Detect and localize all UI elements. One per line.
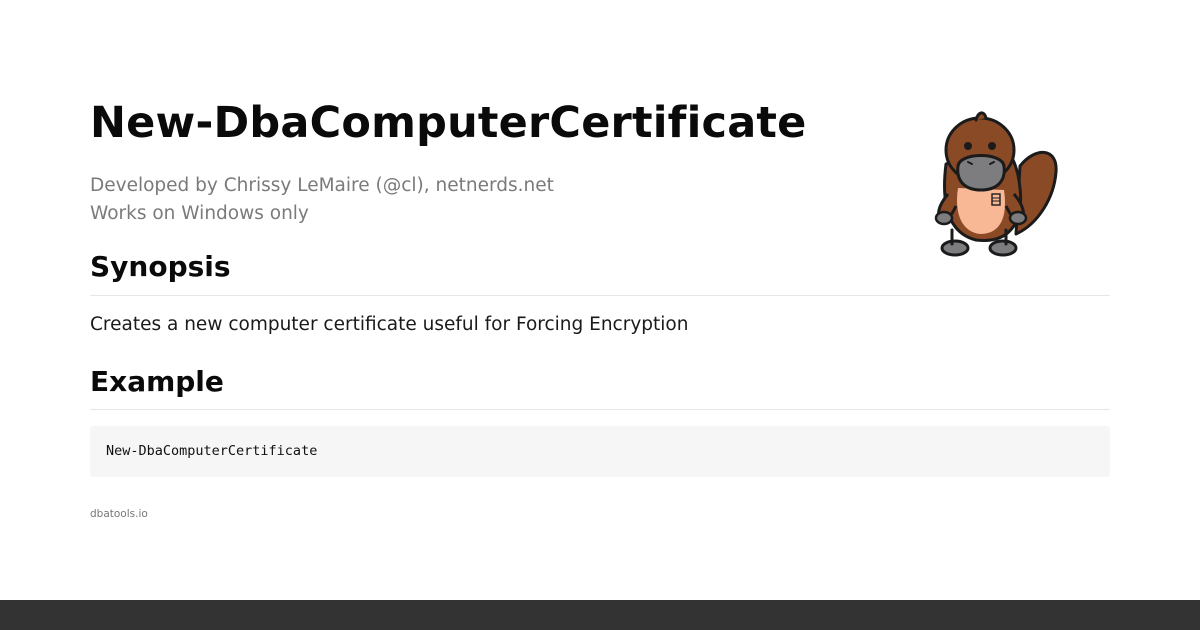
- platypus-mascot-icon: [928, 106, 1058, 258]
- author-line: Developed by Chrissy LeMaire (@cl), netn…: [90, 175, 554, 196]
- synopsis-heading: Synopsis: [90, 250, 231, 283]
- section-divider: [90, 409, 1110, 410]
- platform-line: Works on Windows only: [90, 203, 309, 224]
- page: New-DbaComputerCertificate Developed by …: [0, 0, 1200, 630]
- page-title: New-DbaComputerCertificate: [90, 98, 807, 148]
- synopsis-text: Creates a new computer certificate usefu…: [90, 314, 689, 335]
- bottom-bar: [0, 600, 1200, 630]
- site-link[interactable]: dbatools.io: [90, 508, 148, 520]
- page-meta: Developed by Chrissy LeMaire (@cl), netn…: [90, 172, 554, 228]
- section-divider: [90, 295, 1110, 296]
- example-code-block: New-DbaComputerCertificate: [90, 426, 1110, 477]
- example-heading: Example: [90, 365, 224, 398]
